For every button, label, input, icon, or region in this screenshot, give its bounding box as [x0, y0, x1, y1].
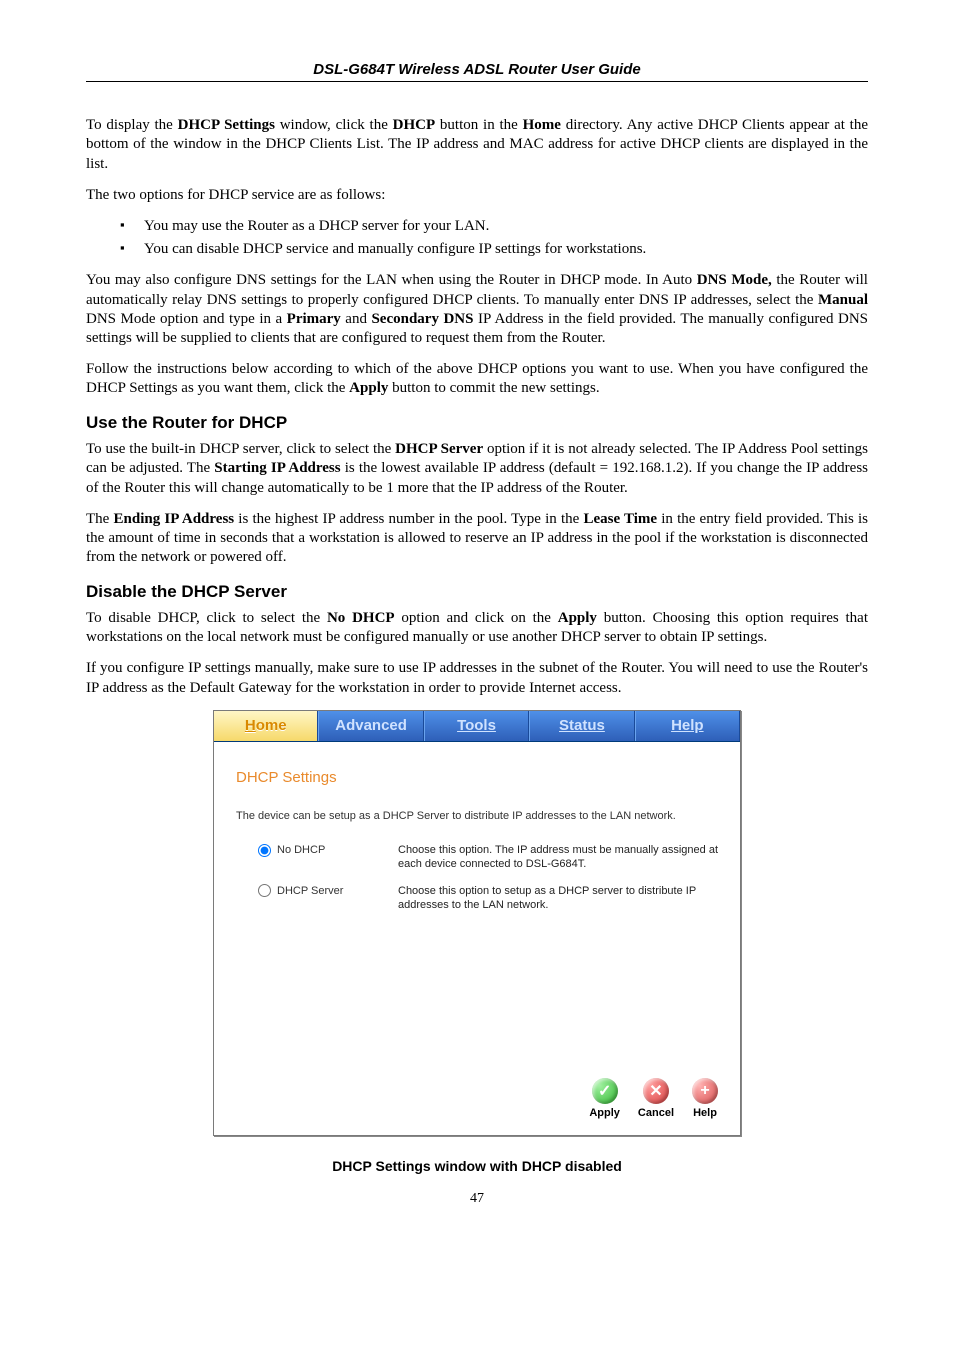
- paragraph: To disable DHCP, click to select the No …: [86, 609, 868, 647]
- plus-icon: +: [692, 1078, 718, 1104]
- paragraph: The two options for DHCP service are as …: [86, 186, 868, 205]
- radio-no-dhcp[interactable]: [258, 844, 271, 857]
- list-item: You may use the Router as a DHCP server …: [86, 217, 868, 236]
- tab-home[interactable]: Home: [214, 711, 318, 741]
- tab-help[interactable]: Help: [635, 711, 740, 741]
- tab-status[interactable]: Status: [529, 711, 634, 741]
- paragraph: To use the built-in DHCP server, click t…: [86, 440, 868, 498]
- apply-button[interactable]: ✓ Apply: [589, 1078, 620, 1119]
- panel-description: The device can be setup as a DHCP Server…: [236, 809, 718, 823]
- router-ui-window: Home Advanced Tools Status Help DHCP Set…: [213, 710, 741, 1136]
- close-icon: ✕: [643, 1078, 669, 1104]
- option-label: No DHCP: [277, 843, 325, 857]
- action-label: Help: [693, 1107, 717, 1119]
- cancel-button[interactable]: ✕ Cancel: [638, 1078, 674, 1119]
- option-no-dhcp-desc: Choose this option. The IP address must …: [398, 843, 718, 872]
- paragraph: The Ending IP Address is the highest IP …: [86, 510, 868, 568]
- option-dhcp-server-desc: Choose this option to setup as a DHCP se…: [398, 884, 718, 913]
- tab-bar: Home Advanced Tools Status Help: [214, 711, 740, 742]
- help-button[interactable]: + Help: [692, 1078, 718, 1119]
- option-no-dhcp-row: No DHCP Choose this option. The IP addre…: [236, 843, 718, 872]
- page-header: DSL-G684T Wireless ADSL Router User Guid…: [86, 60, 868, 82]
- figure-caption: DHCP Settings window with DHCP disabled: [86, 1158, 868, 1176]
- panel-title: DHCP Settings: [236, 768, 718, 787]
- check-icon: ✓: [592, 1078, 618, 1104]
- option-dhcp-server[interactable]: DHCP Server: [236, 884, 398, 898]
- paragraph: You may also configure DNS settings for …: [86, 271, 868, 348]
- option-dhcp-server-row: DHCP Server Choose this option to setup …: [236, 884, 718, 913]
- paragraph: To display the DHCP Settings window, cli…: [86, 116, 868, 174]
- tab-tools[interactable]: Tools: [424, 711, 529, 741]
- tab-advanced[interactable]: Advanced: [318, 711, 423, 741]
- option-no-dhcp[interactable]: No DHCP: [236, 843, 398, 857]
- list-item: You can disable DHCP service and manuall…: [86, 240, 868, 259]
- paragraph: If you configure IP settings manually, m…: [86, 659, 868, 697]
- action-buttons: ✓ Apply ✕ Cancel + Help: [214, 938, 740, 1135]
- option-label: DHCP Server: [277, 884, 343, 898]
- page-number: 47: [86, 1190, 868, 1208]
- bullet-list: You may use the Router as a DHCP server …: [86, 217, 868, 259]
- action-label: Apply: [589, 1107, 620, 1119]
- paragraph: Follow the instructions below according …: [86, 360, 868, 398]
- section-heading-use-router: Use the Router for DHCP: [86, 412, 868, 434]
- radio-dhcp-server[interactable]: [258, 884, 271, 897]
- section-heading-disable-dhcp: Disable the DHCP Server: [86, 581, 868, 603]
- action-label: Cancel: [638, 1107, 674, 1119]
- dhcp-settings-panel: DHCP Settings The device can be setup as…: [214, 742, 740, 938]
